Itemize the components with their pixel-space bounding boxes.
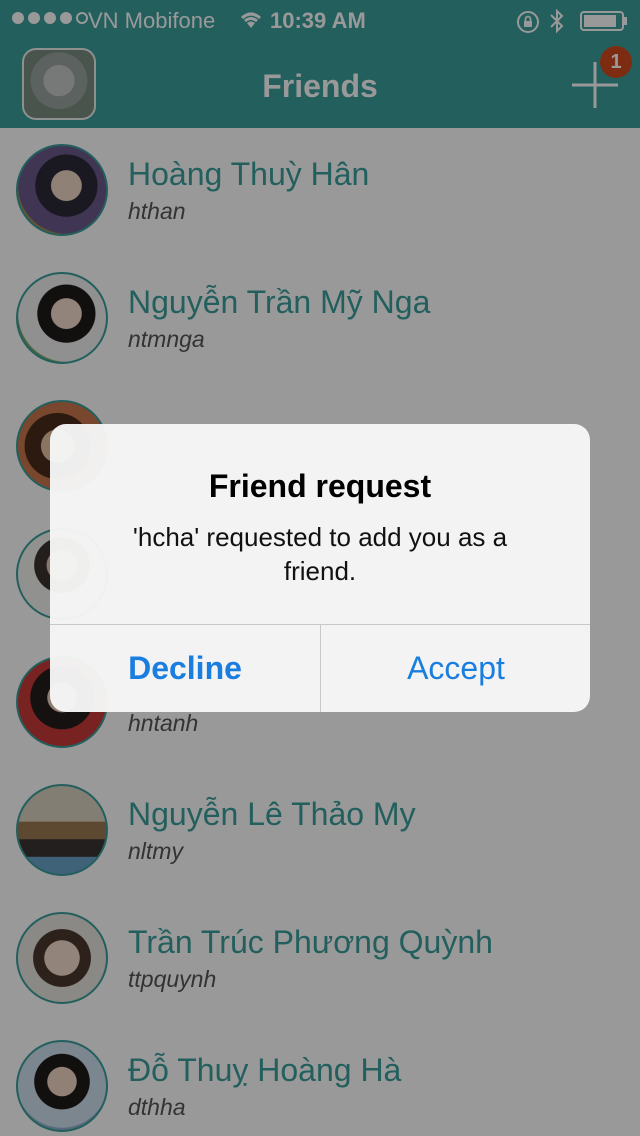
friend-request-alert: Friend request 'hcha' requested to add y… [50, 424, 590, 712]
decline-button[interactable]: Decline [50, 625, 320, 712]
alert-title: Friend request [208, 468, 432, 504]
alert-message: 'hcha' requested to add you as a friend. [132, 522, 508, 586]
friends-screen: VN Mobifone 10:39 AM Friends 1 Hoàng Thu… [0, 0, 640, 1136]
accept-button[interactable]: Accept [321, 625, 590, 712]
